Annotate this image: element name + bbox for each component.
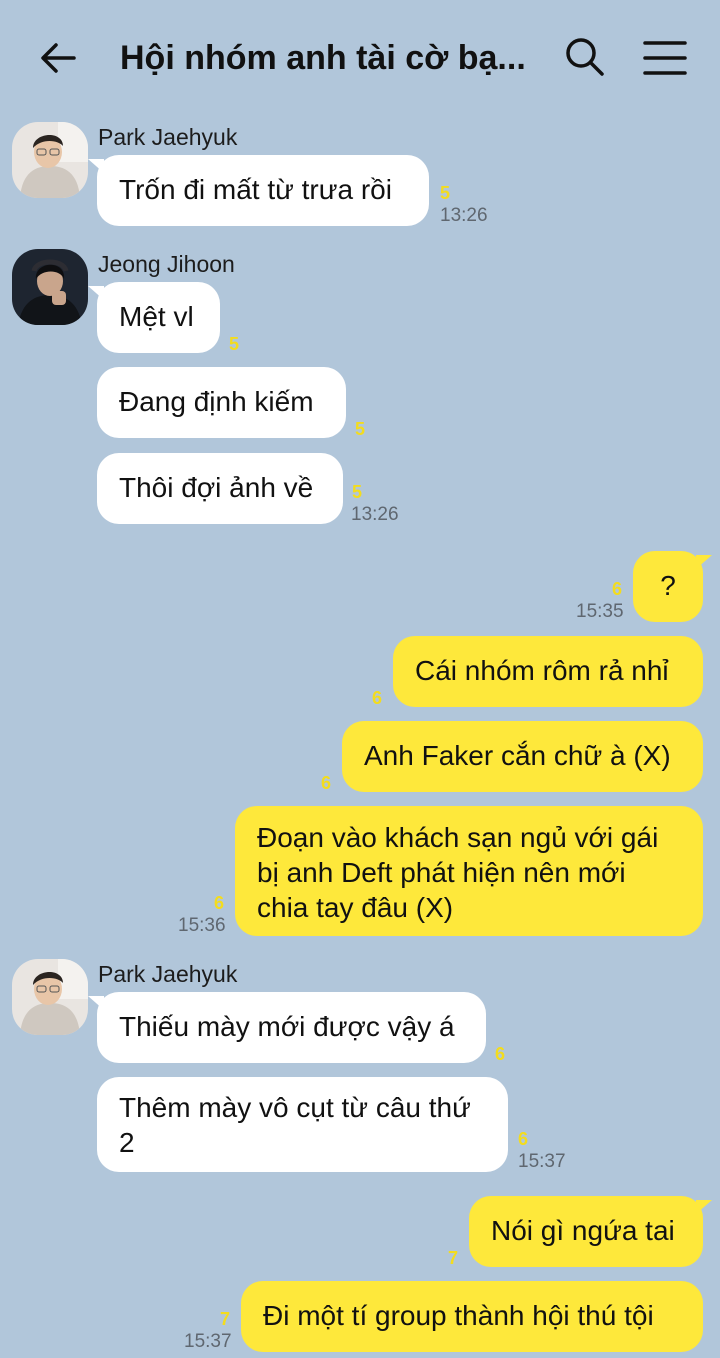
message-text: Thêm mày vô cụt từ câu thứ 2	[119, 1092, 471, 1158]
unread-count: 6	[518, 1129, 529, 1149]
message-bubble[interactable]: Thêm mày vô cụt từ câu thứ 2	[97, 1077, 508, 1172]
message-text: Thiếu mày mới được vậy á	[119, 1011, 455, 1042]
unread-count: 7	[448, 1248, 459, 1268]
unread-count: 6	[214, 893, 225, 913]
message-text: Đoạn vào khách sạn ngủ với gái bị anh De…	[257, 822, 659, 923]
message-bubble[interactable]: Đang định kiếm	[97, 367, 346, 438]
message-text: Thôi đợi ảnh về	[119, 472, 314, 503]
message-text: Trốn đi mất từ trưa rồi	[119, 174, 392, 205]
message-bubble[interactable]: Thiếu mày mới được vậy á	[88, 992, 486, 1063]
message-bubble[interactable]: Trốn đi mất từ trưa rồi	[88, 155, 429, 226]
message-time: 13:26	[440, 205, 488, 226]
menu-icon[interactable]	[640, 36, 690, 80]
message-bubble[interactable]: Nói gì ngứa tai	[469, 1196, 712, 1267]
message-time: 15:37	[518, 1151, 566, 1172]
message-text: Đi một tí group thành hội thú tội	[263, 1300, 654, 1331]
chat-title[interactable]: Hội nhóm anh tài cờ bạ...	[120, 36, 530, 80]
unread-count: 5	[229, 334, 240, 354]
search-icon[interactable]	[562, 34, 608, 80]
unread-count: 6	[372, 688, 383, 708]
message-time: 13:26	[351, 504, 399, 525]
unread-count: 6	[612, 579, 623, 599]
message-text: Nói gì ngứa tai	[491, 1215, 675, 1246]
message-text: Cái nhóm rôm rả nhỉ	[415, 655, 669, 686]
unread-count: 5	[440, 183, 451, 203]
unread-count: 5	[355, 419, 366, 439]
message-time: 15:36	[178, 915, 226, 936]
message-text: Anh Faker cắn chữ à (X)	[364, 740, 671, 771]
message-bubble[interactable]: Mệt vl	[88, 282, 220, 353]
message-bubble[interactable]: ?	[633, 551, 712, 622]
sender-name: Park Jaehyuk	[98, 961, 238, 987]
unread-count: 6	[495, 1044, 506, 1064]
message-time: 15:37	[184, 1331, 232, 1352]
message-bubble[interactable]: Đoạn vào khách sạn ngủ với gái bị anh De…	[235, 806, 703, 936]
avatar-jeong-jihoon[interactable]	[12, 249, 88, 325]
message-bubble[interactable]: Đi một tí group thành hội thú tội	[241, 1281, 703, 1352]
sender-name: Park Jaehyuk	[98, 124, 238, 150]
message-text: ?	[660, 570, 676, 601]
unread-count: 6	[321, 773, 332, 793]
message-text: Đang định kiếm	[119, 386, 314, 417]
message-bubble[interactable]: Anh Faker cắn chữ à (X)	[342, 721, 703, 792]
avatar-park-jaehyuk[interactable]	[12, 122, 88, 198]
message-time: 15:35	[576, 601, 624, 622]
message-text: Mệt vl	[119, 301, 194, 332]
message-bubble[interactable]: Thôi đợi ảnh về	[97, 453, 343, 524]
message-bubble[interactable]: Cái nhóm rôm rả nhỉ	[393, 636, 703, 707]
back-arrow-icon[interactable]	[36, 36, 80, 80]
sender-name: Jeong Jihoon	[98, 251, 235, 277]
unread-count: 5	[352, 482, 363, 502]
chat-header: Hội nhóm anh tài cờ bạ...	[0, 0, 720, 115]
avatar-park-jaehyuk[interactable]	[12, 959, 88, 1035]
unread-count: 7	[220, 1309, 231, 1329]
